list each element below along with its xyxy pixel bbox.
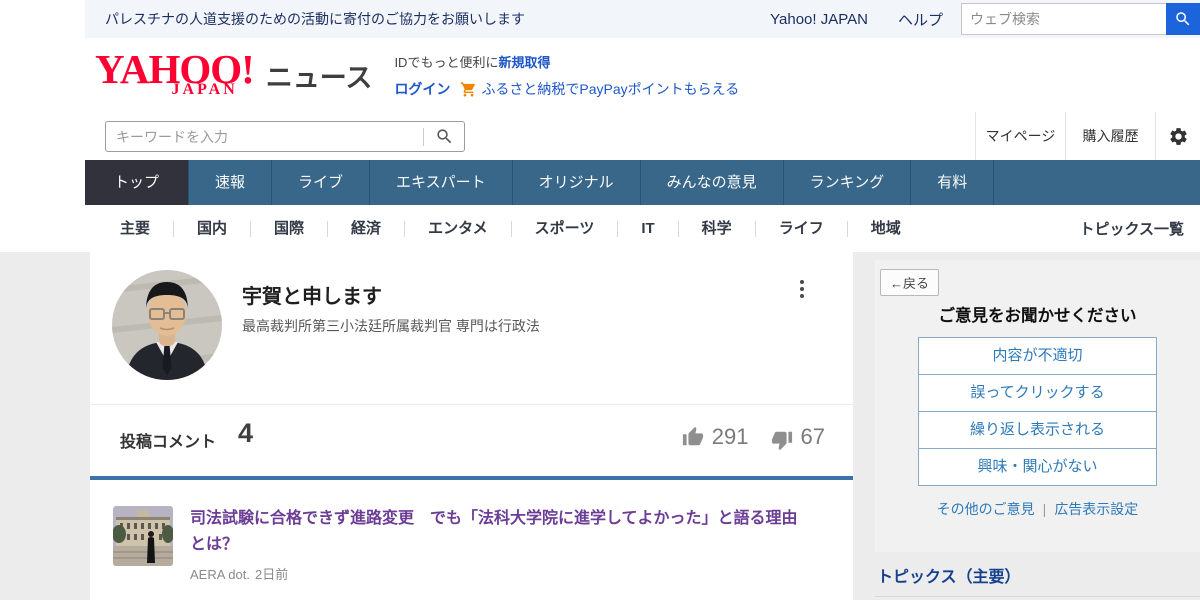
category-nav: 主要 国内 国際 経済 エンタメ スポーツ IT 科学 ライフ 地域 トピックス…: [85, 205, 1200, 252]
service-name-news[interactable]: ニュース: [266, 56, 373, 95]
yahoo-logo[interactable]: YAHOO! JAPAN: [95, 50, 254, 99]
comment-article-row: 司法試験に合格できず進路変更 でも「法科大学院に進学してよかった」と語る理由とは…: [113, 506, 812, 583]
subnav-item-life[interactable]: ライフ: [756, 221, 848, 237]
web-search-button[interactable]: [1166, 3, 1200, 35]
gear-icon: [1168, 126, 1189, 147]
header-utilities: マイページ 購入履歴: [975, 112, 1200, 160]
tab-paid[interactable]: 有料: [911, 160, 994, 205]
subnav-item-international[interactable]: 国際: [251, 221, 328, 237]
article-source: AERA dot.: [190, 567, 250, 582]
feedback-links: その他のご意見 | 広告表示設定: [875, 499, 1200, 519]
avatar: [112, 270, 222, 380]
link-separator: |: [1043, 501, 1047, 517]
topics-list-link[interactable]: トピックス一覧: [1079, 218, 1184, 239]
tab-opinions[interactable]: みんなの意見: [641, 160, 784, 205]
tab-top[interactable]: トップ: [85, 160, 189, 205]
subnav-item-regional[interactable]: 地域: [848, 221, 924, 237]
subnav-item-domestic[interactable]: 国内: [174, 221, 251, 237]
help-link[interactable]: ヘルプ: [898, 9, 943, 30]
feedback-title: ご意見をお聞かせください: [875, 302, 1200, 326]
register-link[interactable]: 新規取得: [498, 55, 550, 70]
yahoo-news-page: パレスチナの人道支援のための活動に寄付のご協力をお願いします Yahoo! JA…: [0, 0, 1200, 600]
section-divider-blue: [90, 476, 853, 480]
mypage-link[interactable]: マイページ: [975, 112, 1065, 160]
option-misclick[interactable]: 誤ってクリックする: [918, 374, 1157, 412]
subnav-item-entertainment[interactable]: エンタメ: [405, 221, 512, 237]
ad-settings-link[interactable]: 広告表示設定: [1054, 501, 1138, 517]
dislikes-count: 67: [801, 424, 825, 450]
article-thumbnail[interactable]: [113, 506, 173, 566]
back-button[interactable]: ←戻る: [880, 269, 939, 296]
search-icon: [1174, 10, 1192, 28]
option-not-interested[interactable]: 興味・関心がない: [918, 448, 1157, 486]
keyword-search-button[interactable]: [424, 122, 464, 151]
thumbs-up-icon: [682, 426, 704, 448]
feedback-options: 内容が不適切 誤ってクリックする 繰り返し表示される 興味・関心がない: [918, 337, 1157, 486]
thumbs-down-icon: [771, 429, 793, 451]
cart-icon: [460, 81, 477, 98]
web-search-input[interactable]: [961, 3, 1166, 35]
settings-button[interactable]: [1155, 112, 1200, 160]
topics-divider: [875, 596, 1200, 597]
top-banner: パレスチナの人道支援のための活動に寄付のご協力をお願いします Yahoo! JA…: [85, 0, 1200, 38]
article-title-link[interactable]: 司法試験に合格できず進路変更 でも「法科大学院に進学してよかった」と語る理由とは…: [190, 506, 812, 559]
header: YAHOO! JAPAN ニュース IDでもっと便利に新規取得 ログイン ふるさ…: [85, 38, 1200, 112]
search-toolbar: マイページ 購入履歴: [85, 112, 1200, 160]
profile-description: 最高裁判所第三小法廷所属裁判官 専門は行政法: [242, 316, 540, 336]
search-icon: [435, 127, 454, 146]
comments-label: 投稿コメント: [120, 428, 216, 452]
tab-breaking[interactable]: 速報: [189, 160, 272, 205]
topics-section-heading: トピックス（主要）: [877, 563, 1021, 587]
primary-nav: トップ 速報 ライブ エキスパート オリジナル みんなの意見 ランキング 有料: [85, 160, 1200, 205]
subnav-item-economy[interactable]: 経済: [328, 221, 405, 237]
web-search-box: [961, 3, 1200, 35]
option-inappropriate[interactable]: 内容が不適切: [918, 337, 1157, 375]
id-benefit-text: IDでもっと便利に: [394, 55, 498, 70]
reaction-stats: 291 67: [682, 424, 825, 450]
keyword-search-box: [105, 121, 465, 152]
account-promo: IDでもっと便利に新規取得 ログイン ふるさと納税でPayPayポイントもらえる: [394, 52, 739, 99]
yahoo-japan-link[interactable]: Yahoo! JAPAN: [770, 11, 868, 28]
other-feedback-link[interactable]: その他のご意見: [937, 501, 1035, 517]
kebab-menu-button[interactable]: [796, 276, 808, 302]
tab-live[interactable]: ライブ: [272, 160, 370, 205]
furusato-promo-link[interactable]: ふるさと納税でPayPayポイントもらえる: [481, 79, 739, 99]
ad-feedback-panel: ←戻る ご意見をお聞かせください 内容が不適切 誤ってクリックする 繰り返し表示…: [875, 260, 1200, 552]
card-divider: [90, 404, 853, 405]
article-time: 2日前: [255, 567, 288, 582]
subnav-item-it[interactable]: IT: [618, 221, 678, 237]
comments-count: 4: [238, 418, 253, 449]
keyword-search-input[interactable]: [106, 129, 423, 145]
subnav-item-sports[interactable]: スポーツ: [512, 221, 619, 237]
article-meta: AERA dot. 2日前: [190, 564, 812, 583]
tab-expert[interactable]: エキスパート: [370, 160, 513, 205]
tab-original[interactable]: オリジナル: [513, 160, 641, 205]
subnav-item-science[interactable]: 科学: [679, 221, 756, 237]
likes-count: 291: [712, 424, 749, 450]
tab-ranking[interactable]: ランキング: [784, 160, 912, 205]
subnav-item-main[interactable]: 主要: [97, 221, 174, 237]
purchase-history-link[interactable]: 購入履歴: [1065, 112, 1155, 160]
profile-name: 宇賀と申します: [242, 280, 382, 309]
donation-banner-link[interactable]: パレスチナの人道支援のための活動に寄付のご協力をお願いします: [105, 9, 525, 29]
profile-card: 宇賀と申します 最高裁判所第三小法廷所属裁判官 専門は行政法 投稿コメント 4 …: [90, 252, 853, 600]
option-repetitive[interactable]: 繰り返し表示される: [918, 411, 1157, 449]
login-link[interactable]: ログイン: [394, 79, 450, 99]
